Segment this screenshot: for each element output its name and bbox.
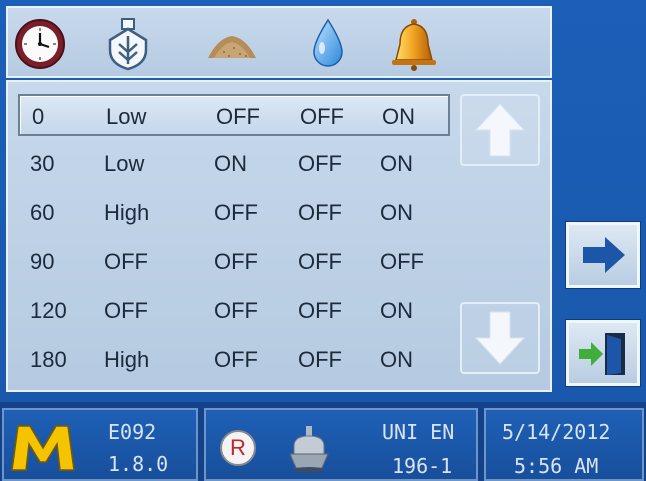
firmware-version: 1.8.0: [108, 452, 169, 476]
cell-time: 120: [30, 298, 67, 323]
brand-logo: [11, 425, 75, 471]
exit-button[interactable]: [566, 320, 640, 386]
cell-level: High: [104, 200, 150, 225]
cell-state: ON: [380, 151, 413, 176]
cell-time: 30: [30, 151, 55, 176]
cell-state: ON: [214, 151, 247, 176]
cell-state: OFF: [298, 298, 342, 323]
cell-state: ON: [380, 298, 413, 323]
cell-state: OFF: [298, 249, 342, 274]
datetime-box: 5/14/2012 5:56 AM: [484, 408, 644, 481]
table-row[interactable]: 180 High OFF OFF ON: [18, 339, 450, 381]
cell-state: OFF: [298, 200, 342, 225]
cell-state: ON: [380, 347, 413, 372]
cell-level: Low: [104, 151, 145, 176]
cell-time: 90: [30, 249, 55, 274]
cell-time: 0: [32, 104, 45, 129]
clock-icon: [15, 19, 65, 69]
cell-time: 60: [30, 200, 55, 225]
mode-info-box: R UNI EN 196-1: [204, 408, 478, 481]
table-row[interactable]: 90 OFF OFF OFF OFF: [18, 241, 450, 283]
test-vessel-icon: [289, 426, 329, 473]
cell-state: OFF: [214, 200, 258, 225]
cell-state: ON: [380, 200, 413, 225]
cell-state: OFF: [298, 151, 342, 176]
table-row[interactable]: 0 Low OFF OFF ON: [18, 94, 450, 136]
header-icon-bar: [6, 6, 552, 78]
sand-pile-icon: [208, 36, 256, 58]
arrow-right-icon: [583, 237, 625, 273]
exit-door-icon: [579, 333, 625, 375]
cell-time: 180: [30, 347, 67, 372]
cell-state: OFF: [300, 104, 344, 129]
standard-line-2: 196-1: [392, 454, 453, 478]
scroll-up-button[interactable]: [460, 94, 540, 166]
table-row[interactable]: 30 Low ON OFF ON: [18, 143, 450, 185]
scroll-down-button[interactable]: [460, 302, 540, 374]
status-footer: E092 1.8.0 R UNI EN 196-1 5/14/2012 5:56…: [0, 402, 646, 481]
mode-badge: R: [220, 430, 256, 466]
time-display: 5:56 AM: [514, 454, 599, 478]
arrow-down-icon: [474, 311, 526, 365]
bell-icon: [392, 19, 436, 71]
arrow-up-icon: [474, 103, 526, 157]
standard-line-1: UNI EN: [382, 420, 455, 444]
cell-state: OFF: [298, 347, 342, 372]
device-info-box: E092 1.8.0: [2, 408, 198, 481]
table-row[interactable]: 120 OFF OFF OFF ON: [18, 290, 450, 332]
cell-level: OFF: [104, 298, 148, 323]
date-display: 5/14/2012: [502, 420, 611, 444]
cell-level: OFF: [104, 249, 148, 274]
firmware-code: E092: [108, 420, 157, 444]
cell-level: High: [104, 347, 150, 372]
water-drop-icon: [313, 18, 343, 67]
cell-state: OFF: [214, 298, 258, 323]
cell-state: OFF: [214, 249, 258, 274]
touch-screen: 0 Low OFF OFF ON 30 Low ON OFF ON 60 Hig…: [0, 0, 646, 481]
table-row[interactable]: 60 High OFF OFF ON: [18, 192, 450, 234]
cell-state: OFF: [216, 104, 260, 129]
cell-state: OFF: [214, 347, 258, 372]
cell-state: ON: [382, 104, 415, 129]
cell-state: OFF: [380, 249, 424, 274]
program-table: 0 Low OFF OFF ON 30 Low ON OFF ON 60 Hig…: [6, 80, 552, 392]
cell-level: Low: [106, 104, 147, 129]
next-button[interactable]: [566, 222, 640, 288]
spreader-icon: [108, 18, 148, 71]
